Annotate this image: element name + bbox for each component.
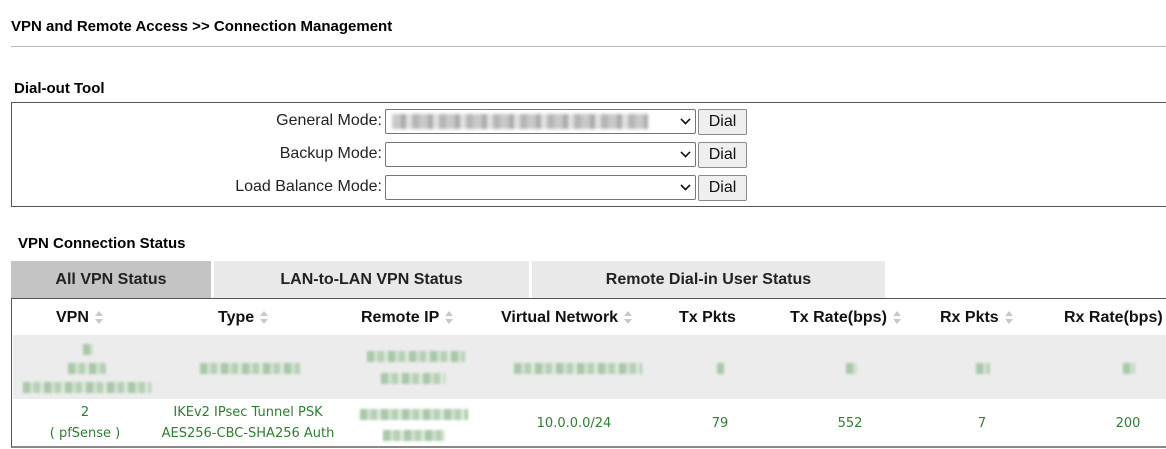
vpn-type: IKEv2 IPsec Tunnel PSK xyxy=(173,405,323,420)
column-header-label: Tx Rate(bps) xyxy=(790,309,887,326)
chevron-down-icon xyxy=(680,114,691,125)
chevron-down-icon xyxy=(680,147,691,158)
vpn-status-table: VPN Type Remote IP Virtual Network Tx Pk… xyxy=(11,298,1166,448)
sort-icon xyxy=(1004,311,1013,325)
vpn-auth: AES256-CBC-SHA256 Auth xyxy=(161,426,335,441)
redacted-cell xyxy=(717,363,724,374)
column-header-tx-rate[interactable]: Tx Rate(bps) xyxy=(790,309,901,327)
redacted-cell xyxy=(1123,363,1135,374)
cell-vpn: 2 ( pfSense ) xyxy=(40,402,130,444)
sort-icon xyxy=(624,311,633,325)
general-dial-button[interactable]: Dial xyxy=(698,109,747,135)
dial-row-load-balance: Load Balance Mode: Dial xyxy=(12,175,1166,201)
column-header-label: Rx Rate(bps) xyxy=(1064,309,1163,326)
column-header-label: Type xyxy=(218,309,255,326)
column-header-type[interactable]: Type xyxy=(218,309,269,327)
redacted-cell xyxy=(200,363,300,374)
column-header-vpn[interactable]: VPN xyxy=(56,309,103,327)
column-header-label: Remote IP xyxy=(361,309,440,326)
column-header-label: Tx Pkts xyxy=(679,309,736,326)
redacted-cell xyxy=(976,363,990,374)
sort-icon xyxy=(892,311,901,325)
redacted-cell xyxy=(23,382,151,393)
backup-dial-button[interactable]: Dial xyxy=(698,142,747,168)
redacted-cell xyxy=(360,409,468,420)
column-header-rx-rate[interactable]: Rx Rate(bps) xyxy=(1064,309,1163,327)
tab-all-vpn-status[interactable]: All VPN Status xyxy=(11,261,211,299)
chevron-down-icon xyxy=(680,180,691,191)
vpn-status-heading: VPN Connection Status xyxy=(18,235,186,252)
sort-icon xyxy=(260,311,269,325)
vpn-profile-name: ( pfSense ) xyxy=(49,426,121,441)
dial-row-backup: Backup Mode: Dial xyxy=(12,142,1166,168)
page-title: VPN and Remote Access >> Connection Mana… xyxy=(11,18,393,35)
cell-remote-ip-redacted xyxy=(357,406,468,446)
tab-lan-to-lan-vpn-status[interactable]: LAN-to-LAN VPN Status xyxy=(214,261,529,299)
backup-mode-select[interactable] xyxy=(385,142,696,167)
redacted-cell xyxy=(514,363,642,374)
column-header-rx-pkts[interactable]: Rx Pkts xyxy=(940,309,1013,327)
column-header-label: VPN xyxy=(56,309,89,326)
redacted-cell xyxy=(846,363,857,374)
general-mode-label: General Mode: xyxy=(276,112,382,129)
cell-tx-rate: 552 xyxy=(837,416,863,431)
sort-icon xyxy=(94,311,103,325)
dialout-panel: General Mode: Dial Backup Mode: Dial Loa… xyxy=(11,102,1166,207)
redacted-cell xyxy=(383,430,445,441)
general-mode-value-redacted xyxy=(392,114,648,129)
redacted-cell xyxy=(83,344,93,355)
sort-icon xyxy=(445,311,454,325)
cell-rx-rate: 200 xyxy=(1115,416,1141,431)
column-header-label: Rx Pkts xyxy=(940,309,999,326)
dial-row-general: General Mode: Dial xyxy=(12,109,1166,135)
table-row-redacted[interactable] xyxy=(13,335,1166,399)
load-balance-mode-label: Load Balance Mode: xyxy=(235,178,382,195)
column-header-tx-pkts[interactable]: Tx Pkts xyxy=(679,309,736,327)
title-divider xyxy=(11,46,1166,47)
redacted-cell xyxy=(381,373,445,384)
dialout-heading: Dial-out Tool xyxy=(14,80,105,97)
column-header-label: Virtual Network xyxy=(501,309,619,326)
status-tabs: All VPN Status LAN-to-LAN VPN Status Rem… xyxy=(11,261,886,299)
vpn-index: 2 xyxy=(80,405,90,420)
load-balance-dial-button[interactable]: Dial xyxy=(698,175,747,201)
cell-virtual-network: 10.0.0.0/24 xyxy=(536,416,612,431)
general-mode-select[interactable] xyxy=(385,109,696,134)
cell-tx-pkts: 79 xyxy=(711,416,729,431)
redacted-cell xyxy=(68,363,106,374)
backup-mode-label: Backup Mode: xyxy=(279,145,382,162)
cell-rx-pkts: 7 xyxy=(977,416,987,431)
tab-remote-dial-in-user-status[interactable]: Remote Dial-in User Status xyxy=(532,261,885,299)
cell-type: IKEv2 IPsec Tunnel PSK AES256-CBC-SHA256… xyxy=(158,402,338,444)
redacted-cell xyxy=(367,351,465,362)
load-balance-mode-select[interactable] xyxy=(385,175,696,200)
column-header-remote-ip[interactable]: Remote IP xyxy=(361,309,454,327)
column-header-virtual-network[interactable]: Virtual Network xyxy=(501,309,633,327)
